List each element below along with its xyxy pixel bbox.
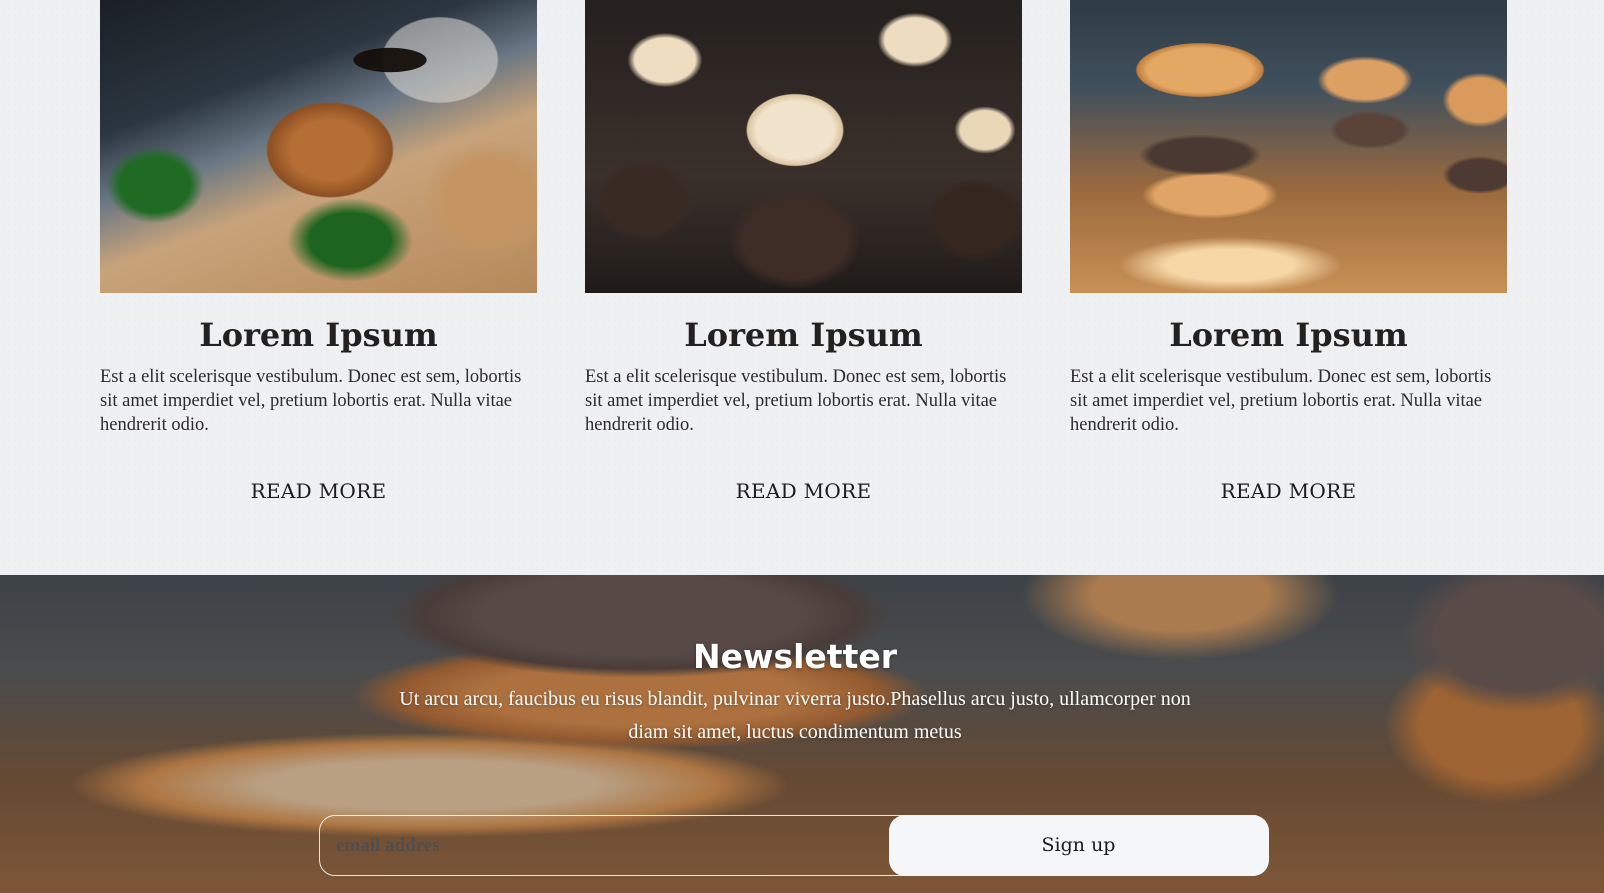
newsletter-section: Newsletter Ut arcu arcu, faucibus eu ris… [0,575,1604,893]
read-more-link[interactable]: READ MORE [100,479,537,503]
email-input[interactable] [334,816,878,876]
article-cards: Lorem Ipsum Est a elit scelerisque vesti… [0,0,1604,575]
card-description: Est a elit scelerisque vestibulum. Donec… [585,367,1007,435]
article-card: Lorem Ipsum Est a elit scelerisque vesti… [1070,0,1507,503]
newsletter-title: Newsletter [692,637,898,676]
sign-up-button[interactable]: Sign up [888,814,1269,876]
burgers-image [1070,0,1507,293]
read-more-link[interactable]: READ MORE [585,479,1022,503]
card-title: Lorem Ipsum [684,316,923,354]
card-title: Lorem Ipsum [199,316,438,354]
sandwich-and-coffee-image [100,0,537,293]
newsletter-signup-form: Sign up [319,814,1269,876]
read-more-link[interactable]: READ MORE [1070,479,1507,503]
card-description: Est a elit scelerisque vestibulum. Donec… [100,367,522,435]
card-title: Lorem Ipsum [1169,316,1408,354]
card-description: Est a elit scelerisque vestibulum. Donec… [1070,367,1492,435]
article-card: Lorem Ipsum Est a elit scelerisque vesti… [100,0,537,503]
article-card: Lorem Ipsum Est a elit scelerisque vesti… [585,0,1022,503]
newsletter-description: Ut arcu arcu, faucibus eu risus blandit,… [399,688,1191,743]
cupcakes-image [585,0,1022,293]
